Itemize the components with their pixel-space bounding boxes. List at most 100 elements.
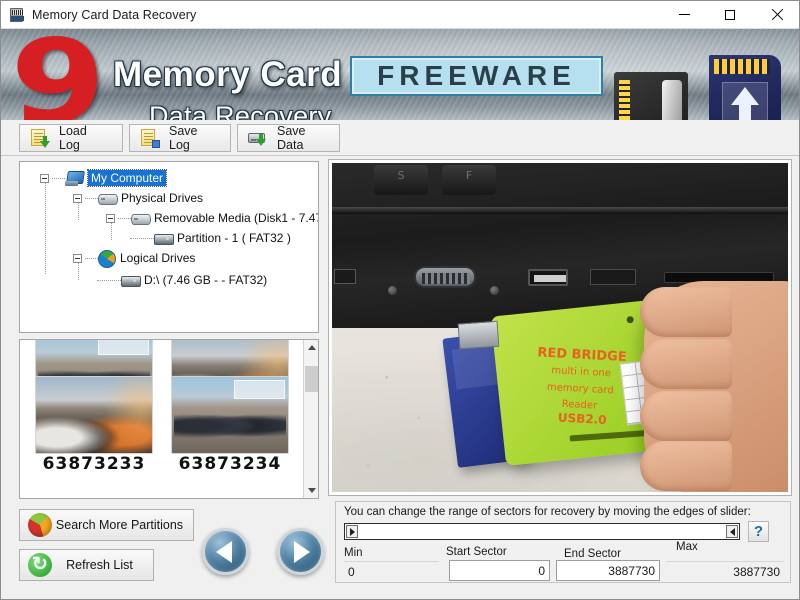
tree-item-logical-drives[interactable]: Logical Drives (73, 248, 195, 268)
sector-hint-text: You can change the range of sectors for … (344, 506, 751, 518)
previous-button[interactable] (202, 528, 249, 575)
tree-connector (52, 178, 65, 179)
sector-range-panel: You can change the range of sectors for … (335, 501, 791, 583)
help-button[interactable]: ? (748, 521, 769, 542)
expander-icon[interactable] (73, 254, 82, 263)
drive-icon (131, 212, 149, 225)
save-log-label: Save Log (169, 124, 218, 152)
usb-port (528, 269, 568, 286)
scroll-down-button[interactable] (304, 483, 319, 498)
preview-panel: S F RED BRIDGE multi in one memory (328, 159, 792, 496)
usb-plug (458, 321, 500, 350)
tree-item-label: Physical Drives (121, 191, 203, 205)
screw (490, 286, 499, 295)
window-title: Memory Card Data Recovery (32, 8, 196, 22)
chevron-down-icon (308, 488, 316, 493)
recovered-files-panel[interactable]: 63873231 63873232 63873233 63873234 (19, 339, 319, 499)
computer-icon (65, 171, 83, 186)
reader-usb-label: USB2.0 (557, 410, 606, 427)
tree-item-partition-1[interactable]: Partition - 1 ( FAT32 ) (130, 228, 291, 248)
search-more-partitions-label: Search More Partitions (52, 518, 193, 532)
finger (640, 339, 732, 389)
save-data-button[interactable]: Save Data (237, 124, 340, 152)
end-sector-input[interactable]: 3887730 (556, 560, 660, 581)
arrow-left-icon (730, 528, 735, 536)
reader-branding: RED BRIDGE multi in one memory card Read… (524, 345, 637, 416)
min-label: Min (344, 547, 363, 559)
header-title-line2: Data Recovery (149, 101, 331, 120)
close-button[interactable] (753, 1, 800, 29)
save-data-label: Save Data (277, 124, 327, 152)
end-sector-label: End Sector (564, 548, 621, 560)
list-item[interactable]: 63873234 (166, 376, 294, 474)
expander-icon[interactable] (106, 214, 115, 223)
tree-item-label: Logical Drives (120, 251, 195, 265)
tree-item-drive-d[interactable]: D:\ (7.46 GB - - FAT32) (97, 270, 267, 290)
slider-start-handle[interactable] (346, 525, 358, 538)
document-save-icon (139, 128, 159, 148)
refresh-icon (28, 553, 52, 577)
arrow-right-icon (294, 541, 310, 563)
application-window: Memory Card Data Recovery 9 Memory Card … (0, 0, 800, 600)
search-more-partitions-button[interactable]: Search More Partitions (19, 509, 194, 541)
card-reader-device: RED BRIDGE multi in one memory card Read… (491, 300, 666, 466)
file-thumbnail (35, 376, 153, 454)
arrow-right-icon (350, 528, 355, 536)
minimize-button[interactable] (661, 1, 707, 29)
refresh-list-button[interactable]: Refresh List (19, 549, 154, 581)
reader-sub1: multi in one (551, 365, 611, 379)
screw (388, 286, 397, 295)
hdmi-port (334, 269, 356, 284)
finger (640, 287, 732, 337)
next-button[interactable] (277, 528, 324, 575)
list-item[interactable]: 63873233 (30, 376, 158, 474)
usb-port-secondary (590, 269, 636, 285)
scrollbar-thumb[interactable] (305, 366, 318, 392)
freeware-badge-label: FREEWARE (377, 60, 576, 92)
drive-icon (98, 192, 116, 205)
load-log-button[interactable]: Load Log (19, 124, 123, 152)
toolbar: Load Log Save Log Save Data (1, 120, 800, 156)
partition-icon (121, 274, 139, 287)
reader-brand-name: RED BRIDGE (537, 345, 627, 365)
load-log-label: Load Log (59, 124, 110, 152)
tree-item-label: My Computer (88, 170, 166, 186)
preview-image: S F RED BRIDGE multi in one memory (332, 163, 788, 492)
tree-guide-line (45, 180, 46, 274)
document-download-icon (29, 128, 49, 148)
laptop-key: S (374, 165, 428, 195)
drive-tree-panel[interactable]: My Computer Physical Drives Removable Me… (19, 161, 319, 333)
sector-range-slider[interactable] (344, 523, 740, 540)
expander-icon[interactable] (73, 194, 82, 203)
file-name: 63873234 (166, 454, 294, 474)
tree-connector (130, 238, 154, 239)
finger (640, 441, 732, 491)
file-name: 63873233 (30, 454, 158, 474)
sd-card-icon (9, 8, 25, 22)
file-list-scrollbar[interactable] (303, 340, 318, 498)
maximize-icon (725, 10, 735, 20)
hand (644, 281, 788, 492)
max-label: Max (676, 541, 698, 553)
scroll-up-button[interactable] (304, 340, 319, 355)
harddrive-save-icon (247, 128, 267, 148)
maximize-button[interactable] (707, 1, 753, 29)
tree-item-physical-drives[interactable]: Physical Drives (73, 188, 203, 208)
reader-sub3: Reader (561, 398, 597, 411)
finger (640, 391, 732, 441)
max-value: 3887730 (666, 561, 784, 582)
expander-icon[interactable] (40, 174, 49, 183)
save-log-button[interactable]: Save Log (129, 124, 231, 152)
arrow-left-icon (216, 541, 232, 563)
partition-icon (154, 232, 172, 245)
tree-item-label: Partition - 1 ( FAT32 ) (177, 231, 291, 245)
tree-item-my-computer[interactable]: My Computer (40, 168, 166, 188)
start-sector-input[interactable]: 0 (449, 560, 550, 581)
laptop-key: F (442, 165, 496, 195)
tree-item-removable-media[interactable]: Removable Media (Disk1 - 7.47 GB) (106, 208, 319, 228)
refresh-list-label: Refresh List (52, 558, 153, 572)
close-icon (771, 9, 783, 21)
chevron-up-icon (308, 345, 316, 350)
start-sector-label: Start Sector (446, 546, 507, 558)
slider-end-handle[interactable] (726, 525, 738, 538)
